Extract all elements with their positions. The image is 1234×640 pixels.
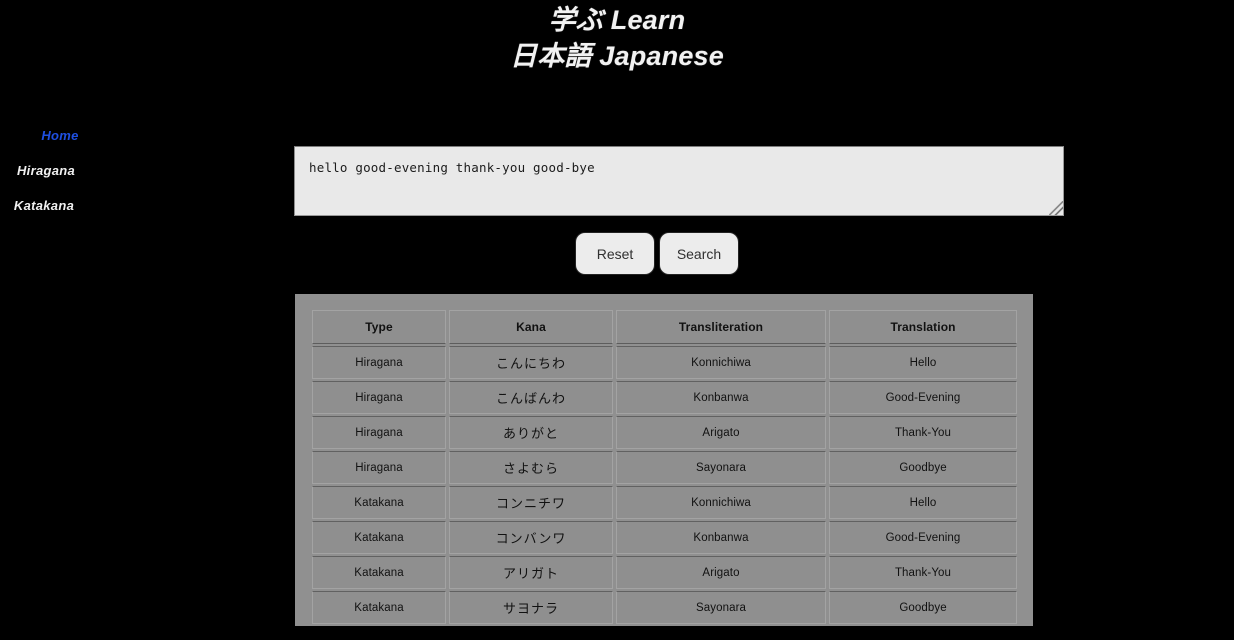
cell-transliteration: Konbanwa xyxy=(616,521,826,554)
cell-kana: こんにちわ xyxy=(449,346,613,379)
sidebar-item-home[interactable]: Home xyxy=(16,128,100,144)
column-header-kana: Kana xyxy=(449,310,613,344)
table-row: Hiragana こんにちわ Konnichiwa Hello xyxy=(312,346,1017,379)
cell-translation: Hello xyxy=(829,346,1017,379)
search-input[interactable] xyxy=(294,146,1064,216)
cell-kana: さよむら xyxy=(449,451,613,484)
results-panel: Type Kana Transliteration Translation Hi… xyxy=(295,294,1033,626)
results-table: Type Kana Transliteration Translation Hi… xyxy=(312,308,1017,626)
cell-type: Katakana xyxy=(312,556,446,589)
cell-transliteration: Konbanwa xyxy=(616,381,826,414)
cell-type: Hiragana xyxy=(312,381,446,414)
table-row: Katakana サヨナラ Sayonara Goodbye xyxy=(312,591,1017,624)
table-row: Katakana コンバンワ Konbanwa Good-Evening xyxy=(312,521,1017,554)
sidebar-item-hiragana[interactable]: Hiragana xyxy=(2,163,86,179)
cell-kana: アリガト xyxy=(449,556,613,589)
cell-kana: こんばんわ xyxy=(449,381,613,414)
reset-button[interactable]: Reset xyxy=(576,233,654,274)
cell-type: Hiragana xyxy=(312,346,446,379)
cell-transliteration: Konnichiwa xyxy=(616,346,826,379)
cell-translation: Hello xyxy=(829,486,1017,519)
table-row: Katakana アリガト Arigato Thank-You xyxy=(312,556,1017,589)
cell-kana: コンニチワ xyxy=(449,486,613,519)
page-title-line-2: 日本語 Japanese xyxy=(510,41,724,71)
cell-translation: Goodbye xyxy=(829,451,1017,484)
table-body: Hiragana こんにちわ Konnichiwa Hello Hiragana こんばん… xyxy=(312,346,1017,624)
column-header-transliteration: Transliteration xyxy=(616,310,826,344)
cell-translation: Thank-You xyxy=(829,556,1017,589)
cell-type: Katakana xyxy=(312,486,446,519)
cell-transliteration: Sayonara xyxy=(616,591,826,624)
cell-translation: Thank-You xyxy=(829,416,1017,449)
search-button[interactable]: Search xyxy=(660,233,738,274)
cell-kana: コンバンワ xyxy=(449,521,613,554)
sidebar-nav: Home Hiragana Katakana xyxy=(0,128,200,233)
action-button-row: Reset Search xyxy=(0,233,1234,274)
page-title-line-1: 学ぶ Learn xyxy=(548,5,686,35)
cell-type: Hiragana xyxy=(312,416,446,449)
page-title: 学ぶ Learn 日本語 Japanese xyxy=(0,2,1234,74)
cell-type: Katakana xyxy=(312,521,446,554)
column-header-translation: Translation xyxy=(829,310,1017,344)
table-row: Hiragana さよむら Sayonara Goodbye xyxy=(312,451,1017,484)
table-header: Type Kana Transliteration Translation xyxy=(312,310,1017,344)
cell-transliteration: Arigato xyxy=(616,556,826,589)
cell-type: Hiragana xyxy=(312,451,446,484)
sidebar-item-katakana[interactable]: Katakana xyxy=(0,198,84,214)
table-row: Hiragana こんばんわ Konbanwa Good-Evening xyxy=(312,381,1017,414)
cell-translation: Good-Evening xyxy=(829,381,1017,414)
table-header-row: Type Kana Transliteration Translation xyxy=(312,310,1017,344)
cell-translation: Goodbye xyxy=(829,591,1017,624)
cell-kana: ありがと xyxy=(449,416,613,449)
table-row: Katakana コンニチワ Konnichiwa Hello xyxy=(312,486,1017,519)
cell-translation: Good-Evening xyxy=(829,521,1017,554)
column-header-type: Type xyxy=(312,310,446,344)
cell-transliteration: Konnichiwa xyxy=(616,486,826,519)
cell-transliteration: Arigato xyxy=(616,416,826,449)
search-input-container xyxy=(294,146,1064,216)
table-row: Hiragana ありがと Arigato Thank-You xyxy=(312,416,1017,449)
cell-transliteration: Sayonara xyxy=(616,451,826,484)
cell-type: Katakana xyxy=(312,591,446,624)
cell-kana: サヨナラ xyxy=(449,591,613,624)
